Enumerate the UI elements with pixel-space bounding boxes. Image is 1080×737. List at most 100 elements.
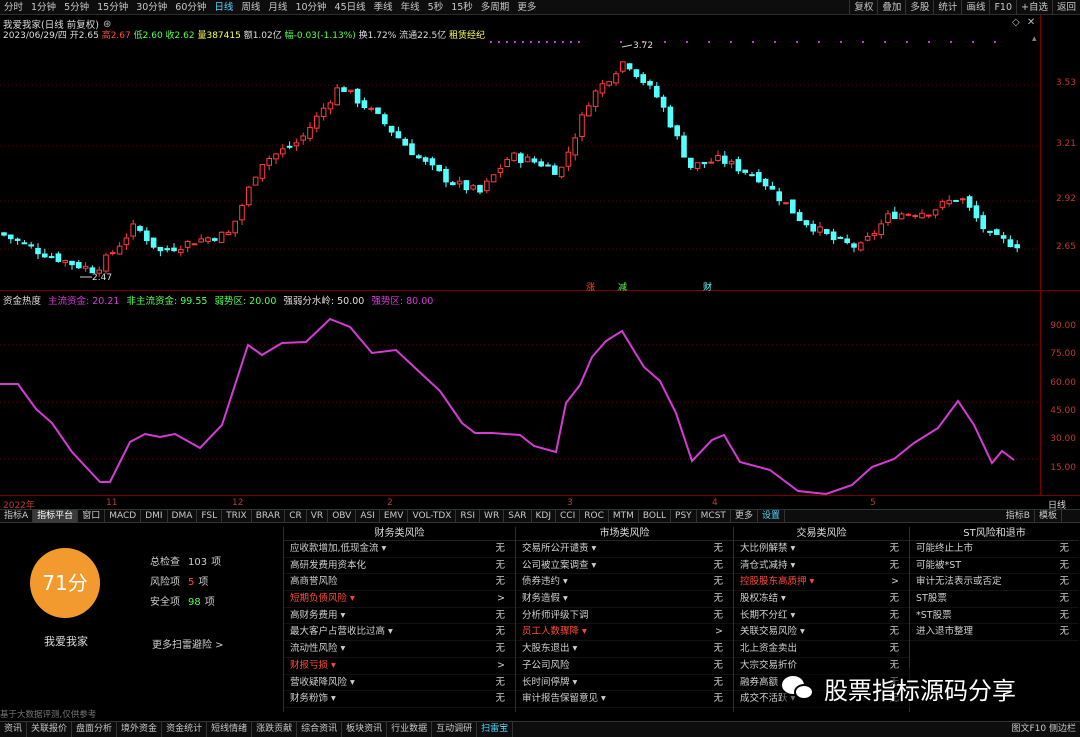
risk-item[interactable]: 长期不分红 ▾ 无	[734, 608, 909, 625]
period-tab[interactable]: 15分钟	[93, 0, 132, 15]
indicator-tab[interactable]: WR	[480, 509, 505, 523]
period-tab[interactable]: 多周期	[477, 0, 514, 15]
risk-item[interactable]: 财报亏损 ▾ >	[284, 658, 515, 675]
risk-item[interactable]: 子公司风险 无	[516, 658, 733, 675]
money-heat-chart[interactable]	[0, 305, 1040, 495]
indicator-tab[interactable]: VR	[307, 509, 329, 523]
bottom-tab[interactable]: 境外资金	[117, 722, 163, 737]
bottom-tab[interactable]: 短线情绪	[207, 722, 253, 737]
risk-item[interactable]: 可能被*ST 无	[910, 558, 1079, 575]
risk-item[interactable]: 高研发费用资本化 无	[284, 558, 515, 575]
risk-item[interactable]: 最大客户占营收比过高 ▾ 无	[284, 624, 515, 642]
toolbar-button[interactable]: 统计	[933, 0, 961, 15]
risk-item[interactable]: 高商誉风险 无	[284, 574, 515, 592]
indicator-tab[interactable]: PSY	[671, 509, 697, 523]
indicator-tab[interactable]: 指标平台	[33, 509, 79, 523]
indicator-tab[interactable]: MCST	[697, 509, 731, 523]
indicator-tab[interactable]: ROC	[580, 509, 609, 523]
risk-item[interactable]: 员工人数骤降 ▾ >	[516, 624, 733, 642]
risk-item[interactable]: 财务造假 ▾ 无	[516, 591, 733, 608]
indicator-tab[interactable]: SAR	[504, 509, 532, 523]
indicator-tab[interactable]: MTM	[609, 509, 639, 523]
risk-item[interactable]: 交易所公开谴责 ▾ 无	[516, 541, 733, 558]
risk-item[interactable]: *ST股票 无	[910, 608, 1079, 625]
risk-item[interactable]: 营收疑降风险 ▾ 无	[284, 675, 515, 692]
candlestick-chart[interactable]	[0, 15, 1040, 291]
risk-item[interactable]: 进入退市整理 无	[910, 624, 1079, 642]
risk-item[interactable]: 分析师评级下调 无	[516, 608, 733, 625]
risk-item[interactable]: 大股东退出 ▾ 无	[516, 641, 733, 658]
risk-item[interactable]: 关联交易风险 ▾ 无	[734, 624, 909, 642]
toolbar-button[interactable]: 多股	[905, 0, 933, 15]
indicator-tab[interactable]: DMI	[141, 509, 168, 523]
period-tab[interactable]: 月线	[264, 0, 291, 15]
toolbar-button[interactable]: +自选	[1016, 0, 1052, 15]
indicator-tab[interactable]: CR	[285, 509, 307, 523]
bottom-tab[interactable]: 综合资讯	[297, 722, 343, 737]
risk-item[interactable]: 审计无法表示或否定 无	[910, 574, 1079, 592]
risk-item[interactable]: 短期负债风险 ▾ >	[284, 591, 515, 608]
risk-item[interactable]: 北上资金卖出 无	[734, 641, 909, 658]
indicator-tab[interactable]: CCI	[556, 509, 581, 523]
indicator-tab[interactable]: OBV	[328, 509, 357, 523]
bottom-tab[interactable]: 盘面分析	[72, 722, 118, 737]
event-finance-marker[interactable]: 财	[703, 280, 712, 293]
risk-item[interactable]: 控股股东高质押 ▾ >	[734, 574, 909, 592]
indicator-tab[interactable]: 设置	[758, 509, 785, 523]
bottom-tab[interactable]: 行业数据	[387, 722, 433, 737]
toolbar-button[interactable]: 叠加	[877, 0, 905, 15]
period-tab[interactable]: 5分钟	[60, 0, 93, 15]
indicator-tab[interactable]: EMV	[380, 509, 409, 523]
period-tab[interactable]: 日线	[210, 0, 237, 15]
period-tab[interactable]: 5秒	[424, 0, 448, 15]
risk-item[interactable]: 债券违约 ▾ 无	[516, 574, 733, 592]
period-tab[interactable]: 60分钟	[171, 0, 210, 15]
toolbar-button[interactable]: 画线	[961, 0, 989, 15]
period-tab[interactable]: 年线	[397, 0, 424, 15]
risk-item[interactable]: 高财务费用 ▾ 无	[284, 608, 515, 625]
event-reduce-marker[interactable]: 减	[618, 280, 627, 293]
indicator-tab[interactable]: 指标A	[0, 509, 34, 523]
event-up-marker[interactable]: 涨	[586, 280, 595, 293]
indicator-tab[interactable]: 更多	[731, 509, 758, 523]
risk-item[interactable]: 清仓式减持 ▾ 无	[734, 558, 909, 575]
bottom-tab[interactable]: 关联报价	[27, 722, 73, 737]
indicator-tab[interactable]: VOL-TDX	[408, 509, 457, 523]
bottom-tab[interactable]: 资金统计	[162, 722, 208, 737]
period-tab[interactable]: 30分钟	[132, 0, 171, 15]
risk-item[interactable]: 股权冻结 ▾ 无	[734, 591, 909, 608]
risk-item[interactable]: 流动性风险 ▾ 无	[284, 641, 515, 658]
toolbar-button[interactable]: F10	[989, 0, 1016, 15]
period-tab[interactable]: 10分钟	[291, 0, 330, 15]
risk-item[interactable]: 公司被立案调查 ▾ 无	[516, 558, 733, 575]
indicator-tab[interactable]: TRIX	[222, 509, 252, 523]
indicator-tab[interactable]: DMA	[168, 509, 198, 523]
risk-item[interactable]: 财务粉饰 ▾ 无	[284, 691, 515, 708]
indicator-tab[interactable]: ASI	[356, 509, 380, 523]
risk-item[interactable]: 应收款增加,低现金流 ▾ 无	[284, 541, 515, 558]
sidebar-toggle[interactable]: 图文F10 侧边栏	[1012, 722, 1077, 737]
period-tab[interactable]: 15秒	[447, 0, 477, 15]
period-tab[interactable]: 更多	[513, 0, 540, 15]
toolbar-button[interactable]: 复权	[849, 0, 877, 15]
risk-item[interactable]: 可能终止上市 无	[910, 541, 1079, 558]
period-tab[interactable]: 45日线	[331, 0, 370, 15]
indicator-tab[interactable]: MACD	[105, 509, 142, 523]
indicator-tab[interactable]: BOLL	[639, 509, 672, 523]
risk-item[interactable]: 长时间停牌 ▾ 无	[516, 675, 733, 692]
risk-item[interactable]: ST股票 无	[910, 591, 1079, 608]
indicator-tab[interactable]: BRAR	[252, 509, 286, 523]
bottom-tab[interactable]: 涨跌贡献	[252, 722, 298, 737]
period-tab[interactable]: 季线	[370, 0, 397, 15]
period-tab[interactable]: 分时	[0, 0, 27, 15]
more-scan-link[interactable]: 更多扫雷避险 >	[152, 636, 224, 651]
indicator-tab[interactable]: 窗口	[78, 509, 106, 523]
bottom-tab[interactable]: 扫雷宝	[477, 722, 514, 737]
period-tab[interactable]: 周线	[237, 0, 264, 15]
bottom-tab[interactable]: 互动调研	[432, 722, 478, 737]
indicator-tab-right-item[interactable]: 模板	[1035, 510, 1062, 523]
indicator-tab[interactable]: FSL	[197, 509, 223, 523]
indicator-tab[interactable]: RSI	[456, 509, 481, 523]
risk-item[interactable]: 审计报告保留意见 ▾ 无	[516, 691, 733, 708]
bottom-tab[interactable]: 资讯	[0, 722, 28, 737]
